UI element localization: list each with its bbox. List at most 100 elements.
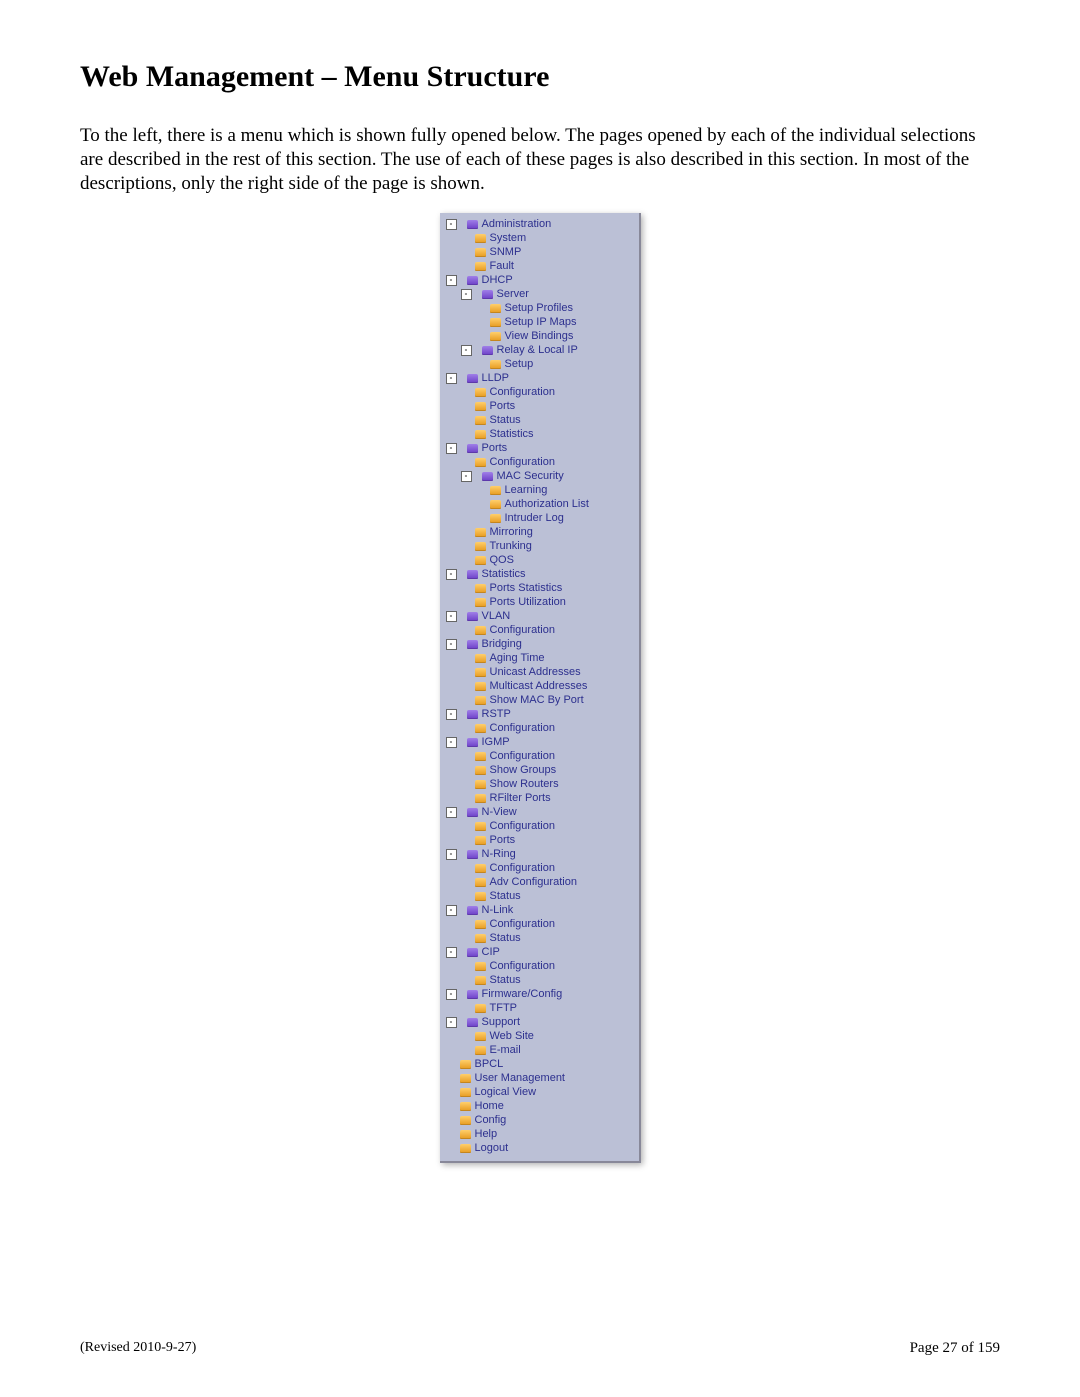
tree-toggle-icon[interactable]: - bbox=[446, 989, 457, 1000]
tree-toggle-icon[interactable]: - bbox=[446, 737, 457, 748]
tree-item-label: E-mail bbox=[490, 1043, 521, 1057]
tree-item-snmp[interactable]: SNMP bbox=[442, 245, 637, 259]
tree-item-show-mac-by-port[interactable]: Show MAC By Port bbox=[442, 693, 637, 707]
tree-item-show-routers[interactable]: Show Routers bbox=[442, 777, 637, 791]
tree-item-config[interactable]: Config bbox=[442, 1113, 637, 1127]
folder-icon bbox=[475, 864, 486, 873]
tree-toggle-icon[interactable]: - bbox=[446, 709, 457, 720]
tree-item-cip[interactable]: -CIP bbox=[442, 945, 637, 959]
tree-item-setup-profiles[interactable]: Setup Profiles bbox=[442, 301, 637, 315]
tree-item-server[interactable]: -Server bbox=[442, 287, 637, 301]
tree-item-setup-ip-maps[interactable]: Setup IP Maps bbox=[442, 315, 637, 329]
tree-item-mac-security[interactable]: -MAC Security bbox=[442, 469, 637, 483]
tree-item-multicast-addresses[interactable]: Multicast Addresses bbox=[442, 679, 637, 693]
tree-item-configuration[interactable]: Configuration bbox=[442, 917, 637, 931]
tree-item-rfilter-ports[interactable]: RFilter Ports bbox=[442, 791, 637, 805]
tree-item-aging-time[interactable]: Aging Time bbox=[442, 651, 637, 665]
intro-paragraph: To the left, there is a menu which is sh… bbox=[80, 124, 1000, 195]
tree-item-label: Web Site bbox=[490, 1029, 534, 1043]
tree-item-view-bindings[interactable]: View Bindings bbox=[442, 329, 637, 343]
tree-item-configuration[interactable]: Configuration bbox=[442, 819, 637, 833]
tree-item-system[interactable]: System bbox=[442, 231, 637, 245]
tree-item-statistics[interactable]: Statistics bbox=[442, 427, 637, 441]
tree-item-status[interactable]: Status bbox=[442, 413, 637, 427]
tree-toggle-icon[interactable]: - bbox=[446, 219, 457, 230]
tree-item-igmp[interactable]: -IGMP bbox=[442, 735, 637, 749]
tree-item-status[interactable]: Status bbox=[442, 973, 637, 987]
tree-item-configuration[interactable]: Configuration bbox=[442, 623, 637, 637]
tree-item-show-groups[interactable]: Show Groups bbox=[442, 763, 637, 777]
tree-item-vlan[interactable]: - VLAN bbox=[442, 609, 637, 623]
tree-item-dhcp[interactable]: -DHCP bbox=[442, 273, 637, 287]
tree-item-ports[interactable]: Ports bbox=[442, 399, 637, 413]
folder-icon bbox=[490, 514, 501, 523]
tree-toggle-icon[interactable]: - bbox=[446, 373, 457, 384]
tree-item-tftp[interactable]: TFTP bbox=[442, 1001, 637, 1015]
folder-icon bbox=[475, 836, 486, 845]
tree-toggle-icon[interactable]: - bbox=[446, 947, 457, 958]
tree-toggle-icon[interactable]: - bbox=[446, 849, 457, 860]
tree-item-support[interactable]: -Support bbox=[442, 1015, 637, 1029]
tree-item-configuration[interactable]: Configuration bbox=[442, 385, 637, 399]
tree-item-label: VLAN bbox=[482, 609, 511, 623]
tree-item-status[interactable]: Status bbox=[442, 889, 637, 903]
tree-item-web-site[interactable]: Web Site bbox=[442, 1029, 637, 1043]
tree-item-ports[interactable]: -Ports bbox=[442, 441, 637, 455]
tree-item-intruder-log[interactable]: Intruder Log bbox=[442, 511, 637, 525]
page-number: Page 27 of 159 bbox=[910, 1340, 1000, 1357]
tree-item-authorization-list[interactable]: Authorization List bbox=[442, 497, 637, 511]
tree-item-n-link[interactable]: -N-Link bbox=[442, 903, 637, 917]
tree-item-configuration[interactable]: Configuration bbox=[442, 721, 637, 735]
tree-item-n-ring[interactable]: -N-Ring bbox=[442, 847, 637, 861]
tree-toggle-icon[interactable]: - bbox=[461, 289, 472, 300]
tree-item-relay-local-ip[interactable]: -Relay & Local IP bbox=[442, 343, 637, 357]
tree-item-configuration[interactable]: Configuration bbox=[442, 959, 637, 973]
tree-toggle-icon[interactable]: - bbox=[446, 569, 457, 580]
tree-item-firmware-config[interactable]: -Firmware/Config bbox=[442, 987, 637, 1001]
tree-toggle-icon[interactable]: - bbox=[446, 443, 457, 454]
tree-item-label: Configuration bbox=[490, 819, 555, 833]
tree-item-lldp[interactable]: -LLDP bbox=[442, 371, 637, 385]
tree-item-logical-view[interactable]: Logical View bbox=[442, 1085, 637, 1099]
tree-toggle-icon[interactable]: - bbox=[446, 639, 457, 650]
tree-toggle-icon[interactable]: - bbox=[446, 807, 457, 818]
tree-item-learning[interactable]: Learning bbox=[442, 483, 637, 497]
tree-item-setup[interactable]: Setup bbox=[442, 357, 637, 371]
tree-item-bpcl[interactable]: BPCL bbox=[442, 1057, 637, 1071]
tree-item-qos[interactable]: QOS bbox=[442, 553, 637, 567]
tree-item-mirroring[interactable]: Mirroring bbox=[442, 525, 637, 539]
document-page: Web Management – Menu Structure To the l… bbox=[0, 0, 1080, 1397]
tree-item-fault[interactable]: Fault bbox=[442, 259, 637, 273]
tree-item-label: RSTP bbox=[482, 707, 511, 721]
tree-item-configuration[interactable]: Configuration bbox=[442, 749, 637, 763]
folder-icon bbox=[460, 1074, 471, 1083]
tree-toggle-icon[interactable]: - bbox=[446, 611, 457, 622]
tree-item-home[interactable]: Home bbox=[442, 1099, 637, 1113]
tree-item-help[interactable]: Help bbox=[442, 1127, 637, 1141]
tree-item-configuration[interactable]: Configuration bbox=[442, 861, 637, 875]
tree-item-label: Multicast Addresses bbox=[490, 679, 588, 693]
tree-item-n-view[interactable]: -N-View bbox=[442, 805, 637, 819]
tree-item-ports[interactable]: Ports bbox=[442, 833, 637, 847]
tree-item-unicast-addresses[interactable]: Unicast Addresses bbox=[442, 665, 637, 679]
tree-item-trunking[interactable]: Trunking bbox=[442, 539, 637, 553]
tree-item-ports-utilization[interactable]: Ports Utilization bbox=[442, 595, 637, 609]
tree-toggle-icon[interactable]: - bbox=[461, 471, 472, 482]
tree-item-status[interactable]: Status bbox=[442, 931, 637, 945]
tree-item-e-mail[interactable]: E-mail bbox=[442, 1043, 637, 1057]
tree-item-adv-configuration[interactable]: Adv Configuration bbox=[442, 875, 637, 889]
tree-item-ports-statistics[interactable]: Ports Statistics bbox=[442, 581, 637, 595]
tree-item-rstp[interactable]: - RSTP bbox=[442, 707, 637, 721]
tree-toggle-icon[interactable]: - bbox=[446, 905, 457, 916]
tree-item-administration[interactable]: -Administration bbox=[442, 217, 637, 231]
tree-toggle-icon[interactable]: - bbox=[446, 275, 457, 286]
tree-item-label: BPCL bbox=[475, 1057, 504, 1071]
tree-item-configuration[interactable]: Configuration bbox=[442, 455, 637, 469]
tree-toggle-icon[interactable]: - bbox=[461, 345, 472, 356]
tree-item-statistics[interactable]: -Statistics bbox=[442, 567, 637, 581]
tree-item-bridging[interactable]: -Bridging bbox=[442, 637, 637, 651]
tree-item-label: Learning bbox=[505, 483, 548, 497]
tree-item-user-management[interactable]: User Management bbox=[442, 1071, 637, 1085]
tree-item-logout[interactable]: Logout bbox=[442, 1141, 637, 1155]
tree-toggle-icon[interactable]: - bbox=[446, 1017, 457, 1028]
